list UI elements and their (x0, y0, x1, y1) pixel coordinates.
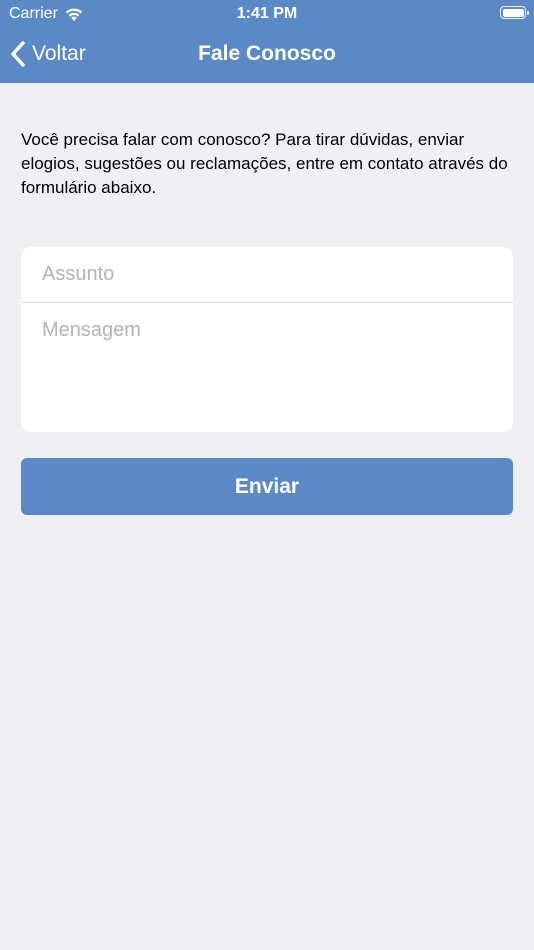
subject-input[interactable] (42, 247, 502, 302)
status-bar-time: 1:41 PM (236, 5, 298, 22)
battery-level (502, 8, 524, 17)
subject-field-row (21, 247, 513, 303)
message-textarea[interactable] (42, 319, 502, 419)
contact-form-card (21, 247, 513, 432)
intro-text: Você precisa falar com conosco? Para tir… (21, 130, 508, 197)
page-title: Fale Conosco (198, 42, 336, 65)
battery-icon (500, 6, 529, 19)
navigation-bar: Carrier 1:41 PM Voltar Fale Conosco (0, 0, 534, 83)
send-button[interactable]: Enviar (21, 458, 513, 515)
